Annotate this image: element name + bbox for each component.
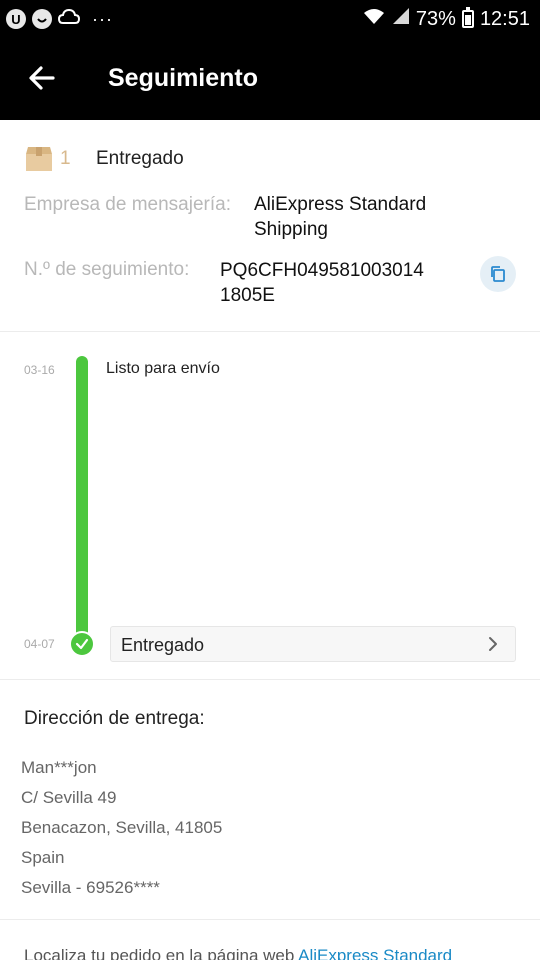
address-line: Benacazon, Sevilla, 41805 (21, 818, 223, 837)
copy-icon (491, 266, 505, 282)
courier-value-line2: Shipping (254, 219, 328, 240)
footer-note: Localiza tu pedido en la página web AliE… (24, 946, 452, 960)
package-count: 1 (60, 148, 71, 169)
smiley-icon (32, 9, 52, 29)
app-bar: Seguimiento (0, 38, 540, 120)
notification-icons: U ··· (6, 8, 113, 30)
timeline-progress-bar (76, 356, 88, 648)
tracking-timeline: 03-16 Listo para envío 04-07 Entregado (0, 332, 540, 680)
system-indicators: 73% 12:51 (362, 6, 530, 32)
tracking-label: N.º de seguimiento: (24, 259, 190, 280)
courier-label: Empresa de mensajería: (24, 194, 231, 215)
battery-percent: 73% (415, 7, 456, 30)
check-icon (69, 631, 95, 657)
address-line: Man***jon (21, 758, 97, 777)
clock: 12:51 (479, 7, 530, 30)
delivery-status: Entregado (96, 148, 184, 169)
tracking-number-line1: PQ6CFH049581003014 (220, 260, 424, 281)
delivery-address: Dirección de entrega: Man***jon C/ Sevil… (0, 680, 540, 920)
status-bar: U ··· 73% 12:51 (0, 0, 540, 38)
u-badge-icon: U (6, 9, 26, 29)
delivered-event-card[interactable]: Entregado (110, 626, 516, 662)
tracking-number: PQ6CFH049581003014 1805E (220, 258, 424, 308)
chevron-right-icon (489, 637, 497, 651)
arrow-left-icon (29, 66, 55, 90)
courier-value: AliExpress Standard Shipping (254, 192, 426, 242)
page-title: Seguimiento (108, 64, 259, 92)
more-notifications: ··· (92, 9, 113, 29)
cloud-icon (57, 8, 81, 31)
timeline-event-label: Entregado (121, 635, 205, 655)
tracking-summary: 1 Entregado Empresa de mensajería: AliEx… (0, 120, 540, 332)
copy-tracking-button[interactable] (480, 256, 516, 292)
battery-icon (461, 7, 474, 28)
footer-text: Localiza tu pedido en la página web (24, 946, 299, 960)
signal-icon (392, 7, 410, 31)
courier-value-line1: AliExpress Standard (254, 194, 427, 215)
back-button[interactable] (24, 60, 60, 96)
courier-website-link[interactable]: AliExpress Standard (298, 946, 452, 960)
address-line: Sevilla - 69526**** (21, 878, 160, 897)
address-title: Dirección de entrega: (24, 708, 205, 729)
timeline-event-label: Listo para envío (106, 360, 220, 377)
address-line: Spain (21, 848, 65, 867)
address-line: C/ Sevilla 49 (21, 788, 117, 807)
tracking-number-line2: 1805E (220, 285, 275, 306)
timeline-date: 03-16 (24, 363, 55, 377)
wifi-icon (362, 7, 386, 31)
package-icon (26, 147, 52, 171)
timeline-date: 04-07 (24, 637, 55, 651)
